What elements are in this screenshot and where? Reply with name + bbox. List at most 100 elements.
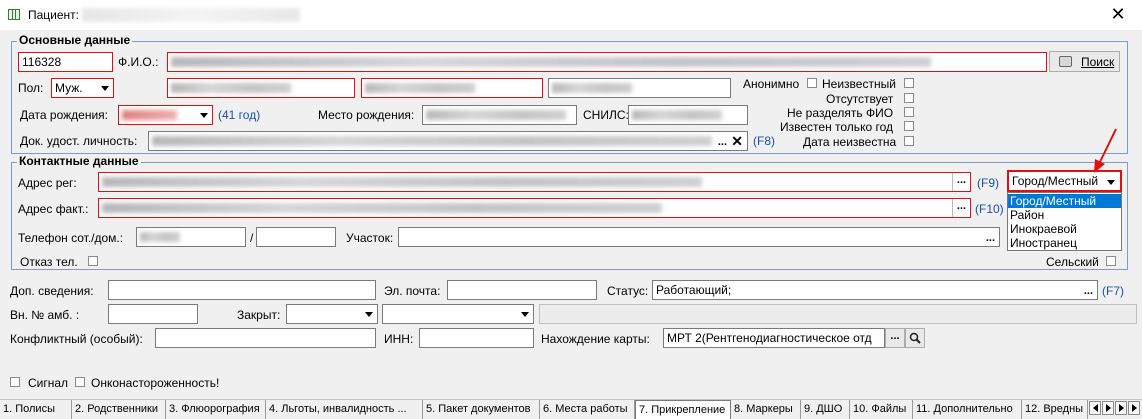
locality-option[interactable]: Город/Местный [1008,194,1121,208]
amb-label: Вн. № амб. : [10,308,80,322]
birth-date-field[interactable] [118,105,213,125]
card-location-dots-button[interactable]: ... [885,328,905,348]
closed-select[interactable] [286,304,378,324]
addr-reg-label: Адрес рег: [18,176,77,190]
tab-scroll-right-icon[interactable] [1115,401,1127,415]
card-location-label: Нахождение карты: [541,332,650,346]
status-dots-button[interactable]: ... [1084,282,1093,299]
fio-label: Ф.И.О.: [118,55,159,69]
chevron-down-icon[interactable] [361,305,377,323]
tab-policies[interactable]: 1. Полисы [0,400,72,419]
email-label: Эл. почта: [384,284,441,298]
status-value: Работающий; [656,283,732,297]
doc-dots-button[interactable]: ... [718,133,727,150]
area-label: Участок: [346,231,394,245]
extra-name-field[interactable] [548,78,731,98]
extra-info-label: Доп. сведения: [10,284,94,298]
sex-select-value: Муж. [55,81,83,95]
tab-scroll-last-icon[interactable] [1128,401,1140,415]
card-location-search-button[interactable] [905,328,925,348]
magnifier-icon [909,332,921,344]
extra-info-field[interactable] [108,280,376,300]
closed-label: Закрыт: [237,308,281,322]
unknown-label: Неизвестный [822,77,896,91]
unknown-checkbox[interactable] [904,78,914,88]
search-button[interactable]: Поиск [1049,51,1120,72]
patient-name-redacted [82,8,300,22]
date-unknown-checkbox[interactable] [904,136,914,146]
area-field[interactable]: ... [398,227,1000,247]
birthplace-field[interactable] [422,105,577,125]
tab-documents[interactable]: 5. Пакет документов [423,400,540,419]
chevron-down-icon[interactable] [517,305,533,323]
search-icon [1059,56,1072,67]
locality-option[interactable]: Район [1008,208,1121,222]
tab-workplaces[interactable]: 6. Места работы [540,400,635,419]
absent-checkbox[interactable] [904,93,914,103]
tab-fluorography[interactable]: 3. Флюорография [166,400,266,419]
addr-fact-dots-button[interactable]: ... [952,199,970,217]
tab-scroll-left-icon[interactable] [1102,401,1114,415]
birth-date-label: Дата рождения: [20,108,108,122]
close-icon[interactable]: ✕ [1108,4,1128,24]
area-dots-button[interactable]: ... [986,229,995,246]
tab-scroll-first-icon[interactable] [1089,401,1101,415]
refuse-phone-label: Отказ тел. [20,255,78,269]
fio-field[interactable] [167,52,1047,72]
year-only-label: Известен только год [780,120,893,134]
tab-benefits[interactable]: 4. Льготы, инвалидность ... [266,400,423,419]
title-bar: Пациент: ✕ [0,0,1142,30]
tab-markers[interactable]: 8. Маркеры [731,400,801,419]
locality-option[interactable]: Иностранец [1008,236,1121,250]
middle-name-field[interactable] [361,78,543,98]
addr-reg-field[interactable]: ... [98,172,971,192]
inn-field[interactable] [419,328,534,348]
snils-field[interactable] [628,105,748,125]
red-arrow-annotation [1094,128,1117,173]
tab-harmful[interactable]: 12. Вредны [1022,400,1088,419]
calendar-dropdown-icon[interactable] [196,106,212,124]
contact-data-title: Контактные данные [17,154,141,168]
window-table-icon [8,9,20,20]
doc-field[interactable]: ... ✕ [148,131,748,151]
tab-files[interactable]: 10. Файлы [850,400,913,419]
anon-checkbox[interactable] [807,78,817,88]
addr-reg-dots-button[interactable]: ... [952,173,970,191]
phone-mobile-field[interactable] [136,227,246,247]
tab-bar: 1. Полисы 2. Родственники 3. Флюорографи… [0,399,1142,419]
patient-id-field[interactable]: 116328 [18,52,113,72]
locality-select-value: Город/Местный [1012,174,1099,188]
chevron-down-icon[interactable] [97,79,113,97]
conflict-label: Конфликтный (особый): [10,332,143,346]
tab-relatives[interactable]: 2. Родственники [72,400,166,419]
status-field[interactable]: Работающий; ... [652,280,1098,300]
phone-separator: / [250,231,254,245]
card-location-field[interactable]: МРТ 2(Рентгенодиагностическое отд [663,328,885,348]
conflict-field[interactable] [155,328,376,348]
locality-option[interactable]: Инокраевой [1008,222,1121,236]
onco-checkbox[interactable] [75,377,85,387]
sex-select[interactable]: Муж. [51,78,114,98]
no-split-checkbox[interactable] [904,107,914,117]
phone-label: Телефон сот./дом.: [18,231,124,245]
email-field[interactable] [447,280,597,300]
signal-checkbox[interactable] [10,377,20,387]
closed-note-field [539,304,1137,324]
inn-label: ИНН: [384,332,414,346]
tab-attachment[interactable]: 7. Прикрепление [635,400,731,419]
signal-label: Сигнал [28,376,69,390]
no-split-label: Не разделять ФИО [787,106,894,120]
addr-fact-field[interactable]: ... [98,198,971,218]
refuse-phone-checkbox[interactable] [88,256,98,266]
addr-fact-label: Адрес факт.: [18,202,89,216]
rural-checkbox[interactable] [1106,256,1116,266]
closed-reason-select[interactable] [382,304,534,324]
year-only-checkbox[interactable] [904,121,914,131]
locality-dropdown-list: Город/Местный Район Инокраевой Иностране… [1007,192,1122,251]
phone-home-field[interactable] [256,227,336,247]
amb-field[interactable] [108,304,198,324]
tab-additional[interactable]: 11. Дополнительно [913,400,1022,419]
first-name-field[interactable] [167,78,355,98]
clear-icon[interactable]: ✕ [731,132,743,150]
tab-dsho[interactable]: 9. ДШО [801,400,850,419]
